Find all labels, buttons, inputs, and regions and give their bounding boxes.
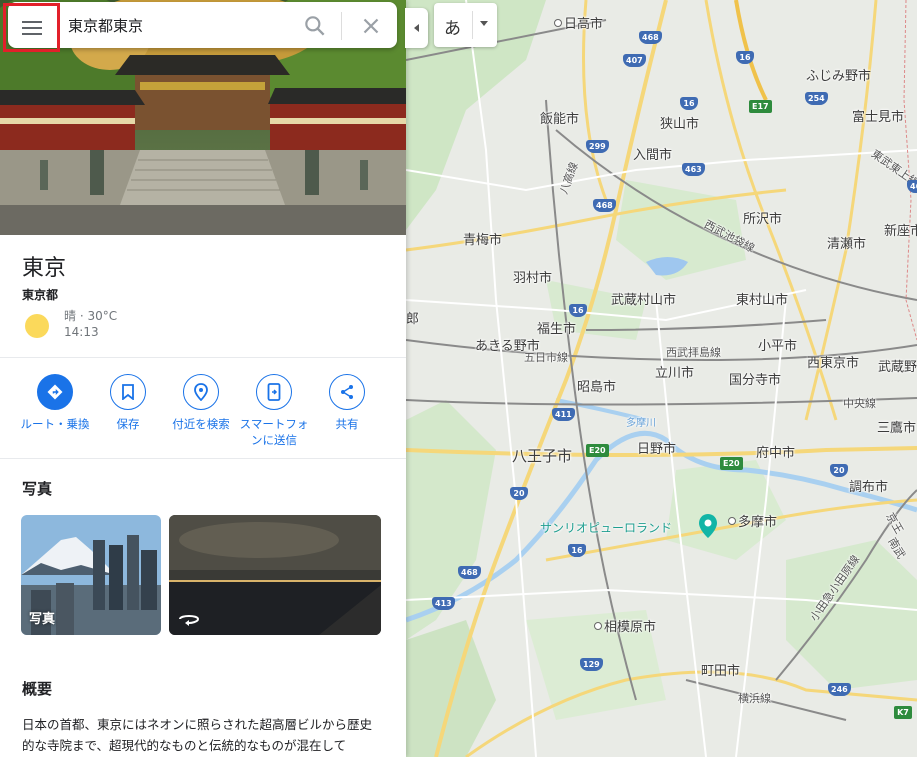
map-label: 多摩市	[728, 511, 777, 530]
search-box	[8, 2, 397, 48]
route-shield: 407	[623, 54, 646, 67]
map-label: 郎	[406, 312, 420, 327]
photo-tile[interactable]: 写真	[21, 515, 161, 635]
share-label: 共有	[335, 417, 359, 431]
map-label: 西武拝島線	[666, 346, 721, 359]
map-label: 武蔵村山市	[611, 293, 677, 308]
search-icon[interactable]	[302, 13, 328, 39]
share-icon	[329, 374, 365, 410]
map-label: 三鷹市	[877, 421, 917, 436]
map-label: 多摩川	[626, 418, 656, 429]
photo-tile-360[interactable]	[169, 515, 381, 635]
map-label: ふじみ野市	[806, 69, 872, 84]
route-shield: 254	[805, 92, 828, 105]
share-button[interactable]: 共有	[312, 374, 382, 432]
send-to-phone-label: スマートフォンに送信	[239, 417, 309, 447]
save-label: 保存	[116, 417, 140, 431]
route-shield: 411	[552, 408, 575, 421]
weather-info: 晴 · 30°C 14:13	[64, 308, 117, 340]
route-shield: 468	[593, 199, 616, 212]
route-shield: K7	[894, 706, 912, 719]
weather-time: 14:13	[64, 325, 99, 339]
map-label: 五日市線	[524, 351, 568, 364]
route-shield: E17	[749, 100, 772, 113]
poi-pin-icon[interactable]	[698, 513, 718, 539]
map-label: 新座市	[884, 224, 917, 239]
save-button[interactable]: 保存	[93, 374, 163, 432]
send-to-phone-button[interactable]: スマートフォンに送信	[239, 374, 309, 448]
map-poi-label[interactable]: サンリオピューロランド	[540, 519, 672, 536]
search-divider	[341, 12, 342, 40]
map-label: 富士見市	[852, 110, 905, 125]
map-label: 日野市	[637, 442, 677, 457]
close-icon[interactable]	[358, 13, 384, 39]
overview-text: 日本の首都、東京にはネオンに照らされた超高層ビルから歴史的な寺院まで、超現代的な…	[22, 717, 373, 753]
divider	[0, 357, 406, 358]
map-label: 武蔵野	[878, 360, 917, 375]
map-label: 入間市	[633, 148, 673, 163]
caret-down-icon[interactable]	[480, 21, 488, 27]
place-panel: 東京 東京都 晴 · 30°C 14:13 ルート・乗換 保存 付近を検索	[0, 0, 406, 757]
directions-button[interactable]: ルート・乗換	[20, 374, 90, 432]
map-label: 八王子市	[512, 447, 573, 465]
route-shield: 468	[458, 566, 481, 579]
route-shield: E20	[586, 444, 609, 457]
ime-char: あ	[444, 19, 461, 39]
photo-caption: 写真	[29, 612, 56, 627]
divider	[0, 458, 406, 459]
route-shield: E20	[720, 457, 743, 470]
overview-heading: 概要	[22, 680, 53, 698]
route-shield: 463	[682, 163, 705, 176]
map-label: 西東京市	[807, 356, 860, 371]
map-label: 青梅市	[463, 233, 503, 248]
map-label: 福生市	[537, 322, 577, 337]
map-label: 相模原市	[594, 616, 656, 635]
nearby-icon	[183, 374, 219, 410]
route-shield: 413	[432, 597, 455, 610]
menu-button[interactable]	[3, 3, 60, 52]
search-nearby-button[interactable]: 付近を検索	[166, 374, 236, 432]
photos-heading: 写真	[22, 480, 53, 498]
place-subtitle: 東京都	[22, 288, 59, 302]
map-label: 狭山市	[660, 117, 700, 132]
chevron-left-icon	[413, 24, 419, 32]
search-nearby-label: 付近を検索	[172, 417, 230, 431]
hamburger-menu-icon	[21, 20, 42, 35]
map-label: 中央線	[843, 397, 876, 410]
collapse-panel-button[interactable]	[405, 8, 428, 48]
route-shield: 246	[828, 683, 851, 696]
bookmark-icon	[110, 374, 146, 410]
map-label: 清瀬市	[827, 237, 867, 252]
map-label: 府中市	[756, 446, 796, 461]
map-label: 立川市	[655, 366, 695, 381]
map-label: 羽村市	[513, 271, 553, 286]
map-label: 町田市	[701, 664, 741, 679]
map-label: 所沢市	[743, 212, 783, 227]
directions-icon	[37, 374, 73, 410]
directions-label: ルート・乗換	[20, 417, 90, 431]
route-shield: 468	[639, 31, 662, 44]
route-shield: 129	[580, 658, 603, 671]
360-icon	[179, 615, 200, 626]
map-label: 横浜線	[738, 692, 771, 705]
map-canvas[interactable]: 日高市 ふじみ野市 富士見市 飯能市 狭山市 入間市 所沢市 清瀬市 新座市 青…	[406, 0, 917, 757]
map-label: 東村山市	[736, 293, 789, 308]
map-label: 昭島市	[577, 380, 617, 395]
input-method-button[interactable]: あ	[434, 3, 497, 47]
map-label: 国分寺市	[729, 373, 782, 388]
send-to-phone-icon	[256, 374, 292, 410]
ime-divider	[472, 11, 473, 39]
weather-condition: 晴 · 30°C	[64, 309, 118, 323]
map-label: 日高市	[554, 13, 603, 32]
sun-icon	[25, 314, 49, 338]
map-label: 飯能市	[540, 112, 580, 127]
place-title: 東京	[22, 256, 67, 281]
route-shield: 299	[586, 140, 609, 153]
map-label: 調布市	[849, 480, 889, 495]
search-input[interactable]	[68, 10, 288, 40]
map-label: 小平市	[758, 339, 798, 354]
